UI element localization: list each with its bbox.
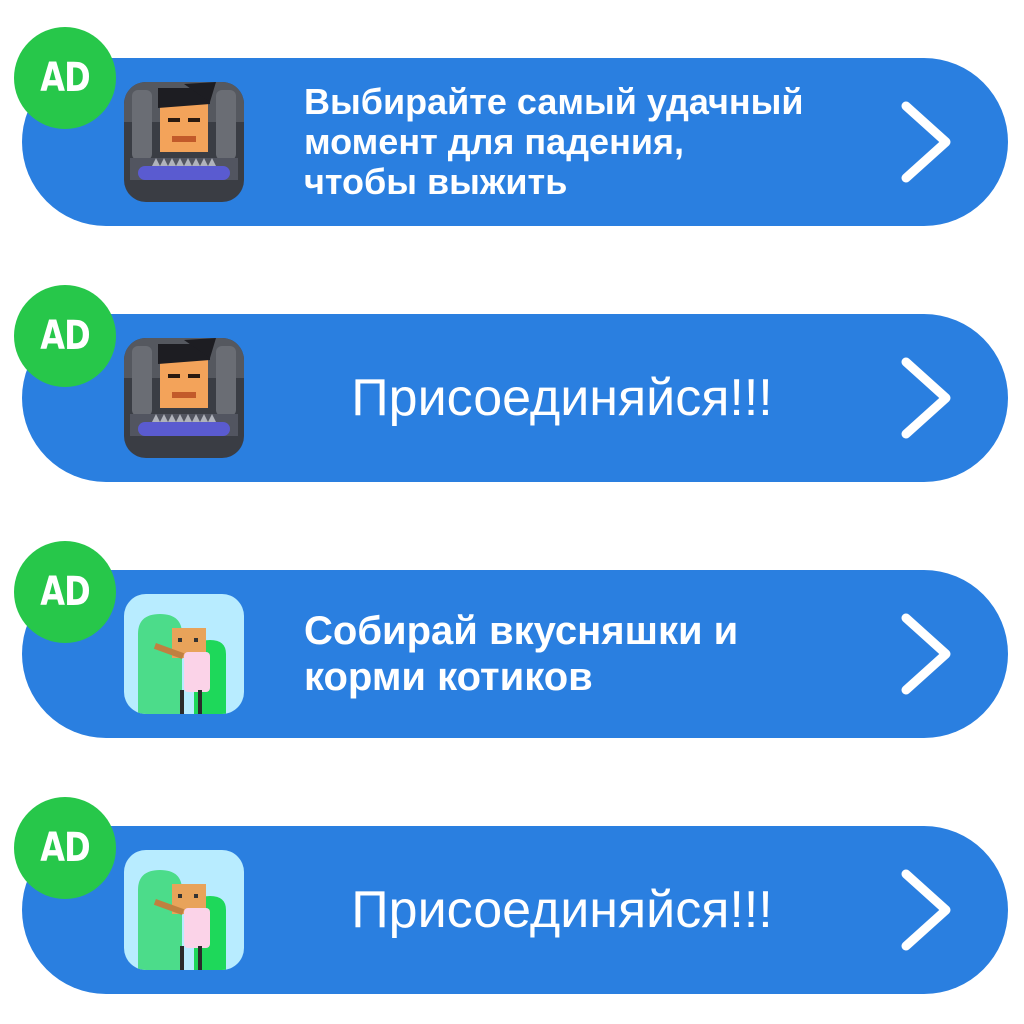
face-game-icon (124, 338, 244, 458)
cat-game-icon (124, 594, 244, 714)
ad-banner-3[interactable]: Собирай вкусняшки и корми котиков (22, 570, 1008, 738)
ad-badge: AD (14, 541, 116, 643)
chevron-right-icon[interactable] (896, 354, 956, 442)
ad-banner-2[interactable]: Присоединяйся!!! (22, 314, 1008, 482)
ad-badge: AD (14, 797, 116, 899)
ad-text: Присоединяйся!!! (351, 369, 773, 427)
chevron-right-icon[interactable] (896, 610, 956, 698)
face-game-icon (124, 82, 244, 202)
ad-badge: AD (14, 285, 116, 387)
ad-banner-1[interactable]: Выбирайте самый удачный момент для паден… (22, 58, 1008, 226)
ad-badge-label: AD (40, 313, 91, 359)
ad-text: Присоединяйся!!! (351, 881, 773, 939)
ad-badge: AD (14, 27, 116, 129)
cat-game-icon (124, 850, 244, 970)
ad-badge-label: AD (40, 825, 91, 871)
ad-badge-label: AD (40, 55, 91, 101)
chevron-right-icon[interactable] (896, 866, 956, 954)
ad-text: Выбирайте самый удачный момент для паден… (304, 81, 804, 202)
ad-badge-label: AD (40, 569, 91, 615)
chevron-right-icon[interactable] (896, 98, 956, 186)
ad-banner-4[interactable]: Присоединяйся!!! (22, 826, 1008, 994)
ad-text: Собирай вкусняшки и корми котиков (304, 609, 739, 699)
